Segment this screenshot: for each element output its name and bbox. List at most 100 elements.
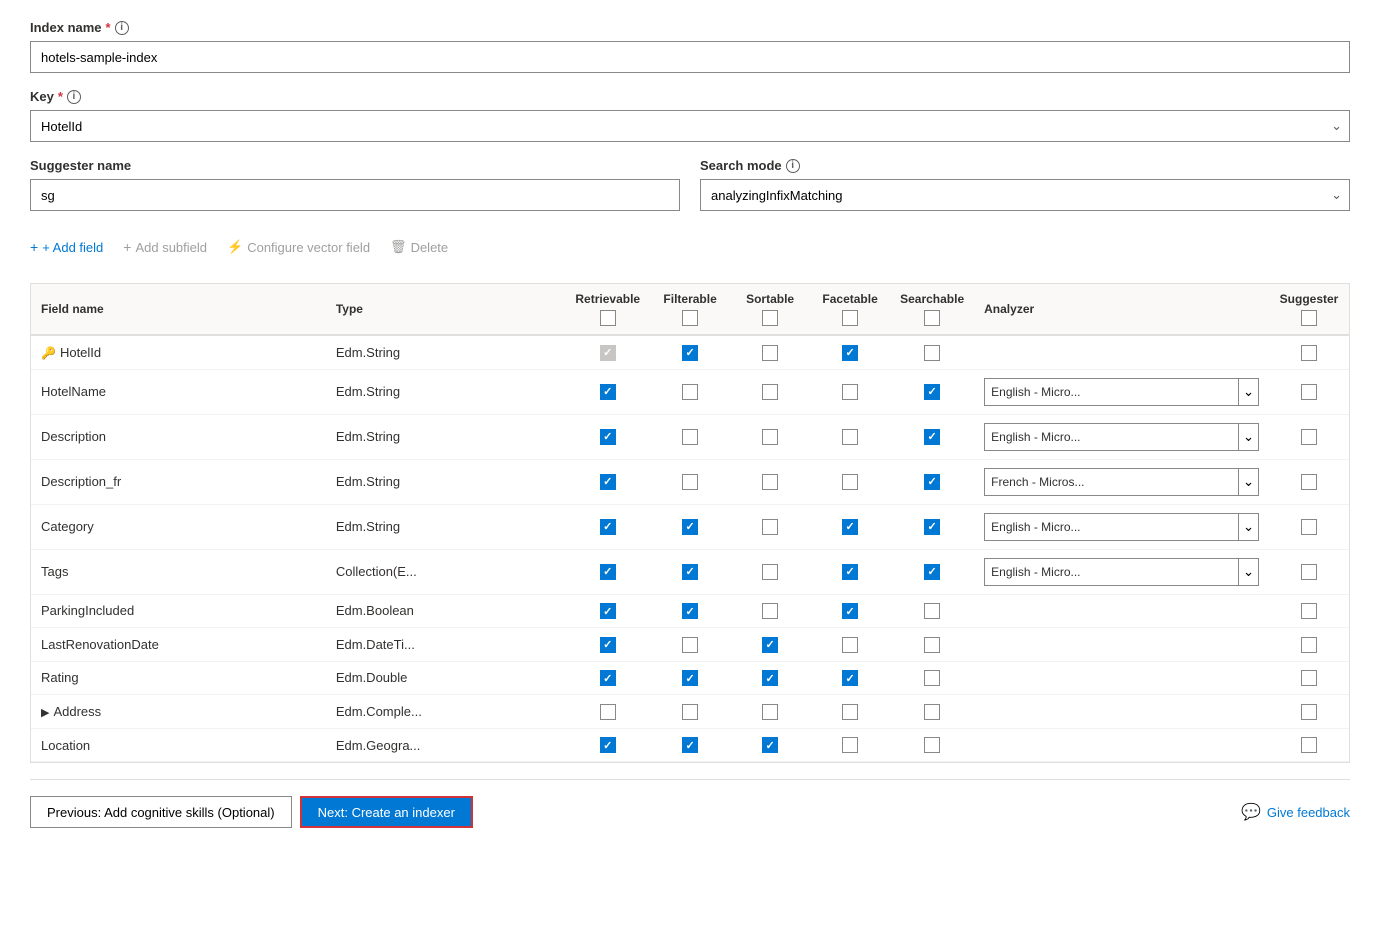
- row-checkbox[interactable]: [600, 564, 616, 580]
- filterable-all-checkbox[interactable]: [682, 310, 698, 326]
- row-checkbox[interactable]: [682, 519, 698, 535]
- row-checkbox[interactable]: [1301, 737, 1317, 753]
- row-checkbox[interactable]: [600, 519, 616, 535]
- row-checkbox[interactable]: [842, 384, 858, 400]
- row-checkbox[interactable]: [762, 670, 778, 686]
- add-field-button[interactable]: + + Add field: [30, 235, 103, 259]
- row-checkbox[interactable]: [762, 737, 778, 753]
- row-checkbox[interactable]: [600, 670, 616, 686]
- row-checkbox[interactable]: [600, 737, 616, 753]
- row-checkbox[interactable]: [842, 429, 858, 445]
- row-checkbox[interactable]: [762, 704, 778, 720]
- analyzer-chevron-icon[interactable]: ⌄: [1238, 514, 1258, 540]
- row-checkbox[interactable]: [924, 603, 940, 619]
- filterable-cell: [650, 414, 730, 459]
- row-checkbox[interactable]: [1301, 603, 1317, 619]
- row-checkbox[interactable]: [1301, 637, 1317, 653]
- analyzer-chevron-icon[interactable]: ⌄: [1238, 424, 1258, 450]
- row-checkbox[interactable]: [842, 519, 858, 535]
- row-checkbox[interactable]: [600, 345, 616, 361]
- analyzer-select[interactable]: English - Micro...⌄: [984, 423, 1259, 451]
- analyzer-select[interactable]: French - Micros...⌄: [984, 468, 1259, 496]
- analyzer-chevron-icon[interactable]: ⌄: [1238, 469, 1258, 495]
- row-checkbox[interactable]: [842, 637, 858, 653]
- row-checkbox[interactable]: [682, 384, 698, 400]
- row-checkbox[interactable]: [762, 603, 778, 619]
- retrievable-cell: [565, 504, 650, 549]
- prev-button[interactable]: Previous: Add cognitive skills (Optional…: [30, 796, 292, 828]
- suggester-cell: [1269, 695, 1349, 729]
- row-checkbox[interactable]: [842, 704, 858, 720]
- row-checkbox[interactable]: [682, 737, 698, 753]
- sortable-cell: [730, 369, 810, 414]
- row-checkbox[interactable]: [600, 384, 616, 400]
- retrievable-all-checkbox[interactable]: [600, 310, 616, 326]
- feedback-link[interactable]: 💬 Give feedback: [1241, 802, 1350, 822]
- row-checkbox[interactable]: [924, 474, 940, 490]
- suggester-name-input[interactable]: [30, 179, 680, 211]
- row-checkbox[interactable]: [924, 384, 940, 400]
- row-checkbox[interactable]: [1301, 704, 1317, 720]
- row-checkbox[interactable]: [842, 474, 858, 490]
- row-checkbox[interactable]: [924, 737, 940, 753]
- add-subfield-button[interactable]: + Add subfield: [123, 235, 207, 259]
- row-checkbox[interactable]: [600, 429, 616, 445]
- row-checkbox[interactable]: [682, 704, 698, 720]
- index-name-input[interactable]: [30, 41, 1350, 73]
- configure-vector-button[interactable]: ⚡ Configure vector field: [227, 235, 370, 259]
- row-checkbox[interactable]: [1301, 345, 1317, 361]
- row-checkbox[interactable]: [682, 603, 698, 619]
- row-checkbox[interactable]: [762, 429, 778, 445]
- analyzer-select[interactable]: English - Micro...⌄: [984, 513, 1259, 541]
- row-checkbox[interactable]: [924, 637, 940, 653]
- row-checkbox[interactable]: [924, 670, 940, 686]
- analyzer-chevron-icon[interactable]: ⌄: [1238, 379, 1258, 405]
- row-checkbox[interactable]: [762, 564, 778, 580]
- row-checkbox[interactable]: [842, 737, 858, 753]
- row-checkbox[interactable]: [842, 564, 858, 580]
- row-checkbox[interactable]: [924, 345, 940, 361]
- row-checkbox[interactable]: [1301, 670, 1317, 686]
- sortable-all-checkbox[interactable]: [762, 310, 778, 326]
- row-checkbox[interactable]: [682, 637, 698, 653]
- analyzer-cell: English - Micro...⌄: [974, 414, 1269, 459]
- row-checkbox[interactable]: [600, 474, 616, 490]
- expand-icon[interactable]: ▶: [41, 706, 49, 719]
- analyzer-chevron-icon[interactable]: ⌄: [1238, 559, 1258, 585]
- row-checkbox[interactable]: [1301, 519, 1317, 535]
- row-checkbox[interactable]: [842, 345, 858, 361]
- row-checkbox[interactable]: [1301, 474, 1317, 490]
- row-checkbox[interactable]: [924, 429, 940, 445]
- row-checkbox[interactable]: [1301, 384, 1317, 400]
- delete-button[interactable]: 🗑 Delete: [390, 235, 448, 259]
- row-checkbox[interactable]: [924, 704, 940, 720]
- row-checkbox[interactable]: [682, 474, 698, 490]
- row-checkbox[interactable]: [682, 564, 698, 580]
- analyzer-select[interactable]: English - Micro...⌄: [984, 558, 1259, 586]
- row-checkbox[interactable]: [762, 474, 778, 490]
- row-checkbox[interactable]: [762, 384, 778, 400]
- row-checkbox[interactable]: [682, 429, 698, 445]
- row-checkbox[interactable]: [924, 519, 940, 535]
- row-checkbox[interactable]: [842, 603, 858, 619]
- next-button[interactable]: Next: Create an indexer: [300, 796, 473, 828]
- searchable-all-checkbox[interactable]: [924, 310, 940, 326]
- row-checkbox[interactable]: [762, 637, 778, 653]
- col-header-facetable: Facetable: [810, 284, 890, 335]
- suggester-all-checkbox[interactable]: [1301, 310, 1317, 326]
- row-checkbox[interactable]: [600, 637, 616, 653]
- row-checkbox[interactable]: [600, 704, 616, 720]
- row-checkbox[interactable]: [600, 603, 616, 619]
- row-checkbox[interactable]: [682, 345, 698, 361]
- row-checkbox[interactable]: [682, 670, 698, 686]
- row-checkbox[interactable]: [1301, 564, 1317, 580]
- analyzer-select[interactable]: English - Micro...⌄: [984, 378, 1259, 406]
- row-checkbox[interactable]: [924, 564, 940, 580]
- facetable-all-checkbox[interactable]: [842, 310, 858, 326]
- key-select[interactable]: HotelId: [30, 110, 1350, 142]
- row-checkbox[interactable]: [762, 345, 778, 361]
- row-checkbox[interactable]: [842, 670, 858, 686]
- search-mode-select[interactable]: analyzingInfixMatching: [700, 179, 1350, 211]
- row-checkbox[interactable]: [762, 519, 778, 535]
- row-checkbox[interactable]: [1301, 429, 1317, 445]
